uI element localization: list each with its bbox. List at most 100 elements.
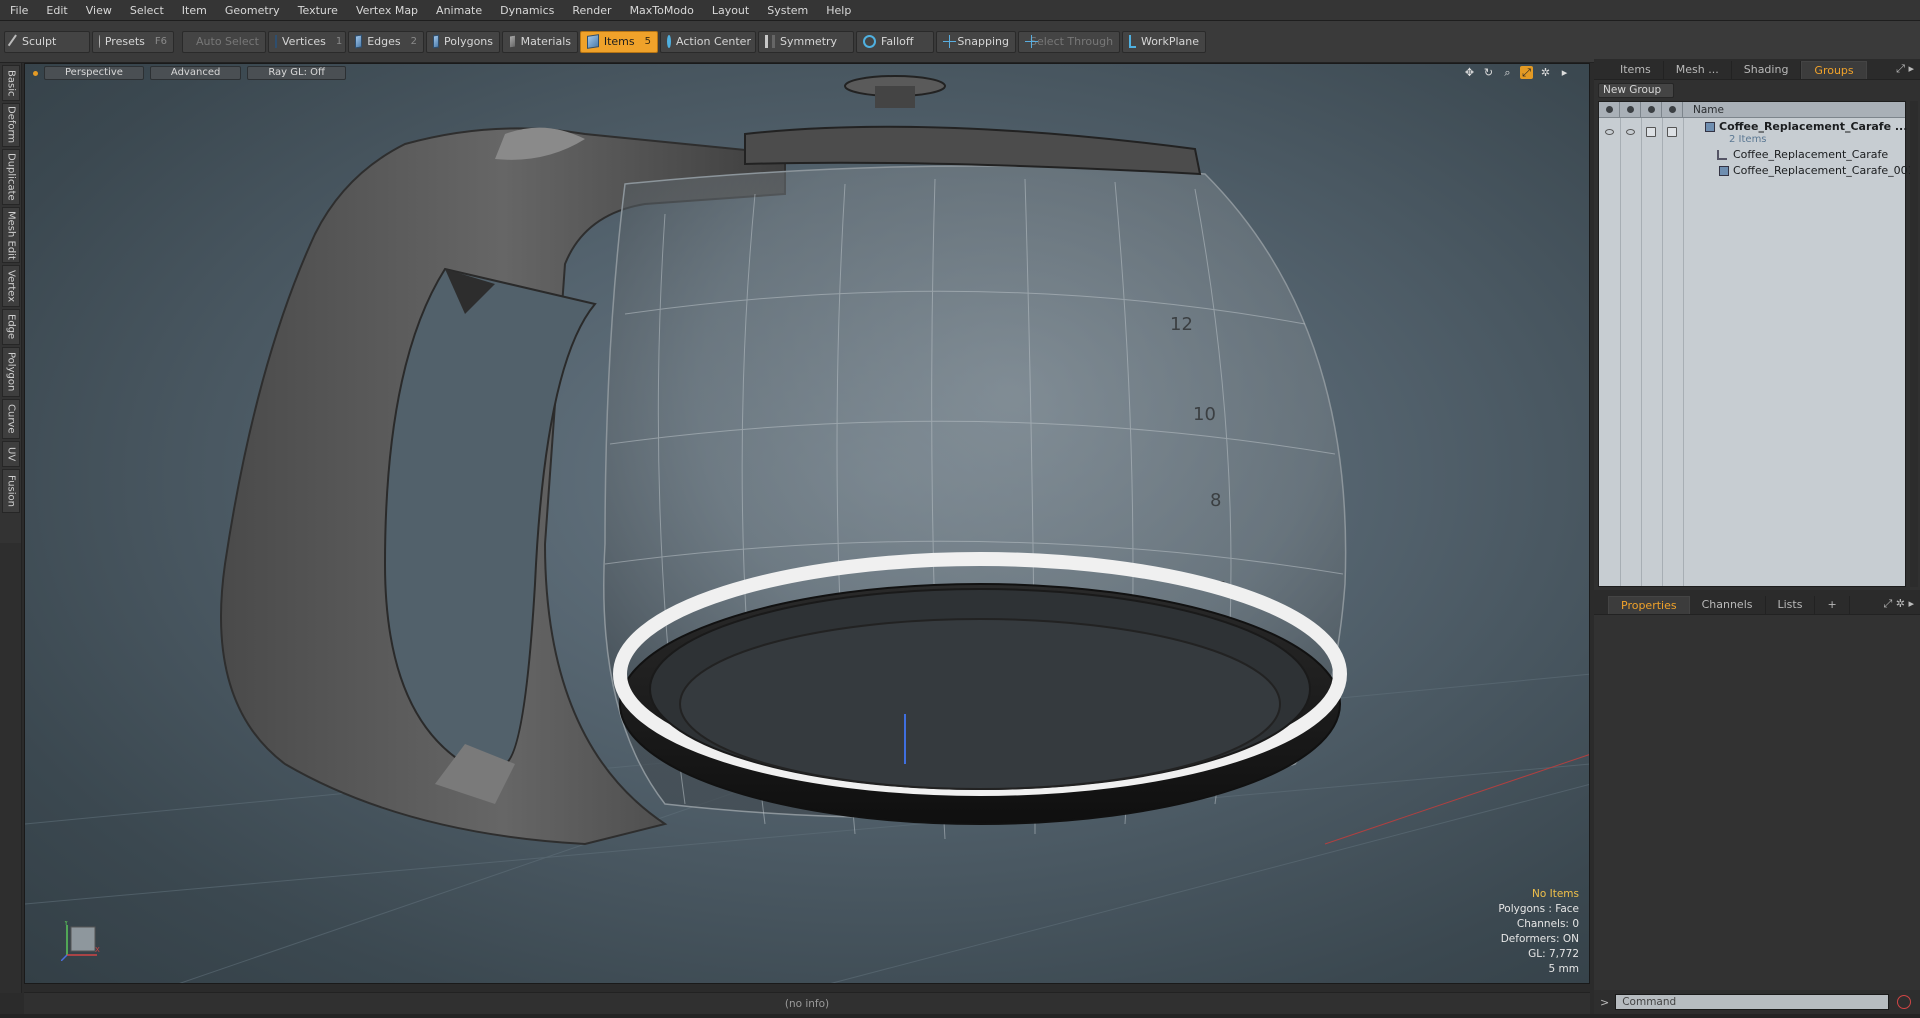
view-type-button[interactable]: Perspective xyxy=(44,66,144,80)
tab-mesh[interactable]: Mesh ... xyxy=(1664,61,1732,79)
shading-mode-button[interactable]: Advanced xyxy=(149,66,242,80)
menu-select[interactable]: Select xyxy=(121,0,173,21)
menu-vertex-map[interactable]: Vertex Map xyxy=(347,0,427,21)
name-column-header[interactable]: Name xyxy=(1683,104,1724,116)
menu-item[interactable]: Item xyxy=(173,0,216,21)
menu-view[interactable]: View xyxy=(77,0,121,21)
tab-groups[interactable]: Groups xyxy=(1801,61,1867,79)
selection-info: No Items xyxy=(1532,888,1579,900)
properties-expand-icon[interactable]: ⤢ ✲ ▸ xyxy=(1883,597,1914,611)
symmetry-label: Symmetry xyxy=(780,35,838,48)
edges-button[interactable]: Edges 2 xyxy=(348,30,424,53)
zoom-view-icon[interactable]: ⌕ xyxy=(1501,66,1514,79)
mesh-icon xyxy=(1719,166,1729,176)
tab-polygon-label: Polygon xyxy=(5,352,17,392)
select-through-button[interactable]: Select Through xyxy=(1018,30,1120,53)
viewport-settings-icon[interactable]: ✲ xyxy=(1539,66,1552,79)
tab-duplicate[interactable]: Duplicate xyxy=(2,149,20,205)
groups-scrollbar[interactable] xyxy=(1910,101,1918,587)
falloff-button[interactable]: Falloff xyxy=(856,30,934,53)
locator-icon xyxy=(1717,150,1727,160)
command-input[interactable]: Command xyxy=(1615,994,1890,1010)
group-render-icon[interactable] xyxy=(1626,129,1635,135)
vertices-button[interactable]: Vertices 1 xyxy=(268,30,346,53)
menu-animate[interactable]: Animate xyxy=(427,0,491,21)
menu-help[interactable]: Help xyxy=(817,0,860,21)
tab-basic[interactable]: Basic xyxy=(2,65,20,101)
tab-mesh-edit[interactable]: Mesh Edit xyxy=(2,207,20,263)
command-arrow-icon[interactable]: > xyxy=(1600,996,1609,1009)
menu-texture[interactable]: Texture xyxy=(289,0,347,21)
menu-dynamics[interactable]: Dynamics xyxy=(491,0,563,21)
snapping-button[interactable]: Snapping xyxy=(936,30,1016,53)
tab-curve[interactable]: Curve xyxy=(2,399,20,439)
workplane-icon xyxy=(1129,35,1136,48)
group-name[interactable]: Coffee_Replacement_Carafe ... xyxy=(1719,120,1907,133)
auto-select-button[interactable]: Auto Select xyxy=(182,30,266,53)
tab-uv-label: UV xyxy=(5,446,17,462)
x-axis-line xyxy=(1324,754,1589,845)
symmetry-button[interactable]: Symmetry xyxy=(758,30,854,53)
tab-mesh-edit-label: Mesh Edit xyxy=(5,210,17,260)
tab-shading[interactable]: Shading xyxy=(1732,61,1802,79)
add-tab-button[interactable]: + xyxy=(1815,596,1850,614)
menu-layout[interactable]: Layout xyxy=(703,0,758,21)
menu-edit[interactable]: Edit xyxy=(37,0,76,21)
tab-items[interactable]: Items xyxy=(1608,61,1664,79)
render-column-icon[interactable] xyxy=(1620,101,1641,118)
menu-render[interactable]: Render xyxy=(563,0,620,21)
materials-button[interactable]: Materials xyxy=(502,30,578,53)
groups-list[interactable]: Name Coffee_Replacement_Carafe ... 2 Ite… xyxy=(1598,101,1915,587)
tab-vertex[interactable]: Vertex xyxy=(2,265,20,307)
group-child-2[interactable]: Coffee_Replacement_Carafe_001 xyxy=(1733,164,1915,177)
tab-curve-label: Curve xyxy=(5,404,17,434)
presets-icon xyxy=(99,35,100,48)
visibility-column-icon[interactable] xyxy=(1599,101,1620,118)
presets-button[interactable]: Presets F6 xyxy=(92,30,174,53)
carafe-model[interactable]: 12 10 8 6 4 xyxy=(25,64,1590,984)
viewport-expand-icon[interactable]: ▸ xyxy=(1558,66,1571,79)
move-view-icon[interactable]: ✥ xyxy=(1463,66,1476,79)
raygl-button[interactable]: Ray GL: Off xyxy=(247,66,346,80)
fit-view-icon[interactable]: ⤢ xyxy=(1520,66,1533,79)
mark-8: 8 xyxy=(1210,490,1221,511)
deformers-info: Deformers: ON xyxy=(1500,933,1579,945)
menu-system[interactable]: System xyxy=(758,0,817,21)
edges-label: Edges xyxy=(367,35,401,48)
tab-fusion[interactable]: Fusion xyxy=(2,469,20,513)
workplane-button[interactable]: WorkPlane xyxy=(1122,30,1206,53)
action-center-button[interactable]: Action Center xyxy=(660,30,756,53)
rotate-view-icon[interactable]: ↻ xyxy=(1482,66,1495,79)
panel-expand-icon[interactable]: ⤢ ▸ xyxy=(1896,62,1914,76)
menu-geometry[interactable]: Geometry xyxy=(216,0,289,21)
group-child-1[interactable]: Coffee_Replacement_Carafe xyxy=(1733,148,1888,161)
polygons-label: Polygons xyxy=(444,35,493,48)
menu-maxtomodo[interactable]: MaxToModo xyxy=(621,0,703,21)
sculpt-button[interactable]: Sculpt xyxy=(4,30,90,53)
tab-deform[interactable]: Deform xyxy=(2,103,20,147)
group-select-checkbox[interactable] xyxy=(1667,127,1677,137)
menu-file[interactable]: File xyxy=(0,0,37,21)
new-group-button[interactable]: New Group xyxy=(1598,82,1675,98)
groups-list-header: Name xyxy=(1599,101,1905,118)
3d-viewport[interactable]: Perspective Advanced Ray GL: Off ✥ ↻ ⌕ ⤢… xyxy=(24,63,1590,984)
viewport-menu-dot[interactable] xyxy=(33,70,38,76)
tab-lists[interactable]: Lists xyxy=(1766,596,1816,614)
group-lock-checkbox[interactable] xyxy=(1646,127,1656,137)
tab-uv[interactable]: UV xyxy=(2,441,20,467)
properties-panel: Properties Channels Lists + ⤢ ✲ ▸ xyxy=(1594,594,1920,994)
gizmo-x-label: X xyxy=(95,946,100,954)
select-column-icon[interactable] xyxy=(1662,101,1683,118)
tab-channels[interactable]: Channels xyxy=(1690,596,1766,614)
unit-info: 5 mm xyxy=(1548,963,1579,975)
lock-column-icon[interactable] xyxy=(1641,101,1662,118)
tab-properties[interactable]: Properties xyxy=(1608,596,1690,614)
group-visibility-icon[interactable] xyxy=(1605,129,1614,135)
command-history-icon[interactable] xyxy=(1897,995,1912,1009)
tab-polygon[interactable]: Polygon xyxy=(2,347,20,397)
tab-edge[interactable]: Edge xyxy=(2,309,20,345)
group-icon xyxy=(1705,122,1715,132)
symmetry-icon xyxy=(765,35,775,48)
polygons-button[interactable]: Polygons xyxy=(426,30,500,53)
items-button[interactable]: Items 5 xyxy=(580,30,658,53)
